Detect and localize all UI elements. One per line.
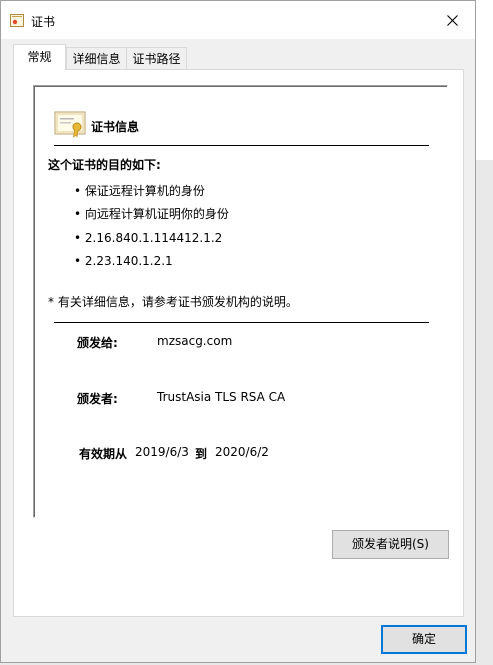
window-title: 证书 (31, 15, 56, 29)
title-bar: 证书 (1, 1, 475, 39)
purpose-title: 这个证书的目的如下: (48, 158, 161, 172)
issued-to-value: mzsacg.com (157, 334, 233, 348)
purpose-item: 向远程计算机证明你的身份 (74, 205, 229, 228)
ok-button[interactable]: 确定 (381, 625, 467, 654)
issued-by-label: 颁发者: (77, 392, 118, 406)
divider (54, 322, 429, 323)
tab-details[interactable]: 详细信息 (66, 47, 127, 69)
valid-to-value: 2020/6/2 (215, 445, 269, 459)
issuer-statement-button[interactable]: 颁发者说明(S) (332, 530, 449, 559)
close-icon (447, 14, 458, 26)
certificate-icon (10, 14, 24, 27)
valid-from-value: 2019/6/3 (135, 445, 189, 459)
certificate-info-heading: 证书信息 (91, 120, 140, 134)
certificate-dialog: 证书 常规 详细信息 证书路径 证书信息 这个证书的目的如下: 保证 (0, 0, 476, 663)
certificate-info-box: 证书信息 这个证书的目的如下: 保证远程计算机的身份 向远程计算机证明你的身份 … (33, 85, 448, 518)
issued-to-label: 颁发给: (77, 336, 118, 350)
purpose-item: 2.23.140.1.2.1 (74, 252, 229, 275)
general-tab-panel: 证书信息 这个证书的目的如下: 保证远程计算机的身份 向远程计算机证明你的身份 … (13, 69, 464, 617)
certificate-info-icon (54, 111, 86, 138)
divider (54, 145, 429, 146)
valid-from-label: 有效期从 (79, 447, 128, 461)
tab-general[interactable]: 常规 (13, 44, 66, 70)
purpose-item: 保证远程计算机的身份 (74, 182, 229, 205)
purpose-list: 保证远程计算机的身份 向远程计算机证明你的身份 2.16.840.1.11441… (74, 182, 229, 275)
valid-to-label: 到 (195, 447, 208, 461)
close-button[interactable] (430, 1, 475, 39)
tab-certification-path[interactable]: 证书路径 (126, 47, 187, 69)
purpose-item: 2.16.840.1.114412.1.2 (74, 229, 229, 252)
issued-by-value: TrustAsia TLS RSA CA (157, 390, 286, 404)
details-note: * 有关详细信息，请参考证书颁发机构的说明。 (48, 295, 298, 309)
